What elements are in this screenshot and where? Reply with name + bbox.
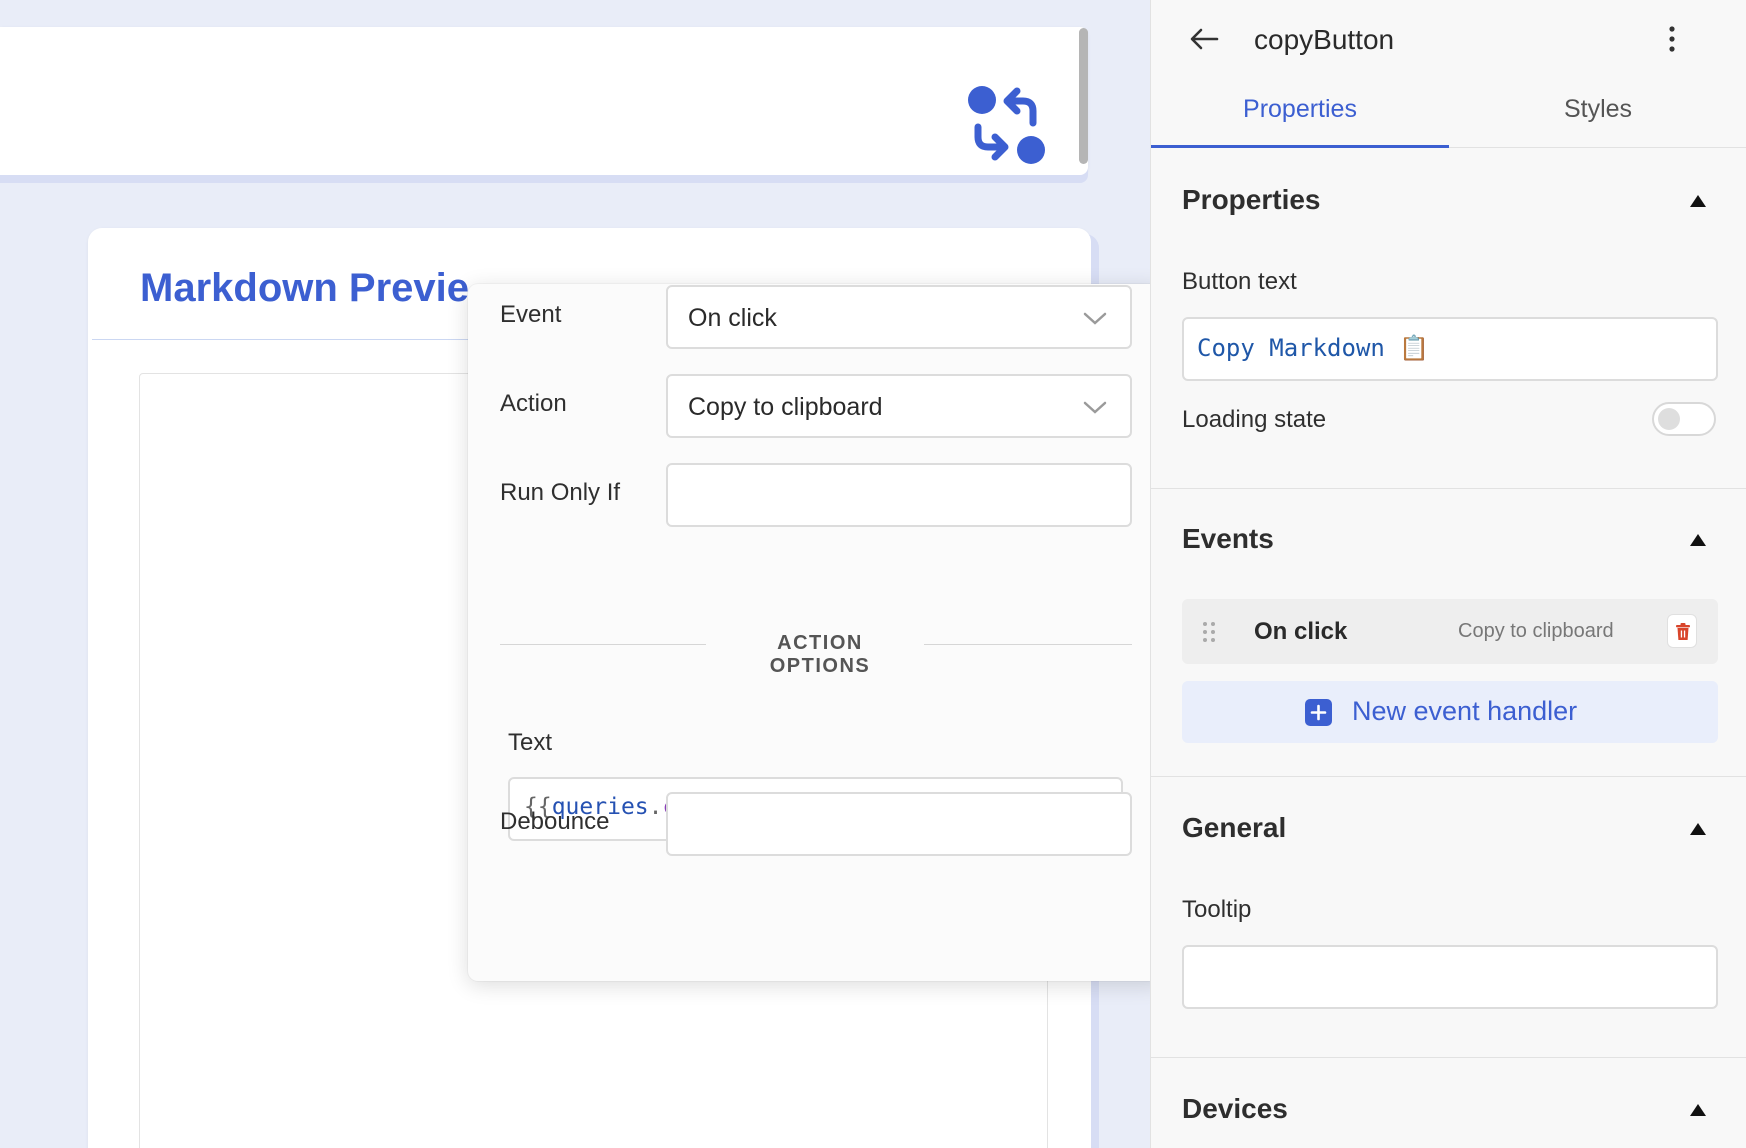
section-divider — [1151, 1057, 1746, 1058]
inspector-header: copyButton — [1151, 0, 1746, 78]
caret-up-icon[interactable] — [1689, 1103, 1707, 1117]
trash-icon — [1676, 623, 1690, 640]
run-only-if-label: Run Only If — [500, 479, 621, 506]
button-text-value-wrap: Copy Markdown 📋 — [1197, 334, 1429, 362]
inspector-tabs: Properties Styles — [1151, 78, 1746, 148]
preview-title: Markdown Previe — [140, 266, 470, 310]
plus-square-icon — [1305, 699, 1332, 726]
action-select[interactable]: Copy to clipboard — [666, 374, 1132, 438]
drag-handle-icon[interactable] — [1202, 621, 1216, 643]
button-text-value: Copy Markdown — [1197, 334, 1385, 362]
event-select-value: On click — [688, 304, 777, 332]
caret-up-icon[interactable] — [1689, 822, 1707, 836]
new-event-handler-label: New event handler — [1352, 696, 1578, 726]
section-divider — [1151, 488, 1746, 489]
button-text-input[interactable]: Copy Markdown 📋 — [1182, 317, 1718, 381]
toggle-knob — [1658, 408, 1680, 430]
debounce-label: Debounce — [500, 808, 610, 835]
tooltip-input[interactable] — [1182, 945, 1718, 1009]
tab-styles[interactable]: Styles — [1449, 78, 1746, 148]
caret-up-icon[interactable] — [1689, 533, 1707, 547]
inspector-panel: copyButton Properties Styles Properties … — [1150, 0, 1746, 1148]
action-label: Action — [500, 390, 567, 417]
new-event-handler-button[interactable]: New event handler — [1182, 681, 1718, 743]
events-section-title[interactable]: Events — [1182, 523, 1274, 555]
action-select-value: Copy to clipboard — [688, 393, 883, 421]
event-select[interactable]: On click — [666, 285, 1132, 349]
section-divider — [1151, 776, 1746, 777]
back-arrow-icon[interactable] — [1189, 27, 1219, 51]
swap-arrows-icon[interactable] — [965, 85, 1049, 165]
tab-properties[interactable]: Properties — [1151, 78, 1449, 148]
clipboard-emoji: 📋 — [1399, 334, 1430, 362]
general-section-title[interactable]: General — [1182, 812, 1286, 844]
tooltip-label: Tooltip — [1182, 896, 1252, 923]
event-handler-action: Copy to clipboard — [1458, 620, 1614, 642]
event-handler-event: On click — [1254, 618, 1348, 645]
properties-section-title[interactable]: Properties — [1182, 184, 1321, 216]
event-handler-popover: Event On click Action Copy to clipboard … — [468, 284, 1164, 981]
chevron-down-icon — [1083, 401, 1107, 414]
button-text-label: Button text — [1182, 268, 1297, 295]
top-container[interactable] — [0, 27, 1088, 175]
debounce-input[interactable] — [666, 792, 1132, 856]
chevron-down-icon — [1083, 312, 1107, 325]
component-name[interactable]: copyButton — [1254, 24, 1394, 56]
delete-handler-button[interactable] — [1667, 614, 1697, 648]
canvas-scrollbar[interactable] — [1079, 28, 1088, 164]
event-label: Event — [500, 301, 562, 328]
divider-line — [500, 644, 706, 645]
action-options-heading: ACTION OPTIONS — [769, 632, 871, 677]
event-handler-row[interactable]: On click Copy to clipboard — [1182, 599, 1718, 664]
code-dot: . — [648, 794, 663, 820]
more-vertical-icon[interactable] — [1662, 24, 1682, 54]
run-only-if-input[interactable] — [666, 463, 1132, 527]
loading-state-toggle[interactable] — [1652, 402, 1716, 436]
divider-line — [924, 644, 1132, 645]
devices-section-title[interactable]: Devices — [1182, 1093, 1288, 1125]
text-label: Text — [508, 729, 553, 756]
caret-up-icon[interactable] — [1689, 194, 1707, 208]
loading-state-label: Loading state — [1182, 406, 1327, 433]
